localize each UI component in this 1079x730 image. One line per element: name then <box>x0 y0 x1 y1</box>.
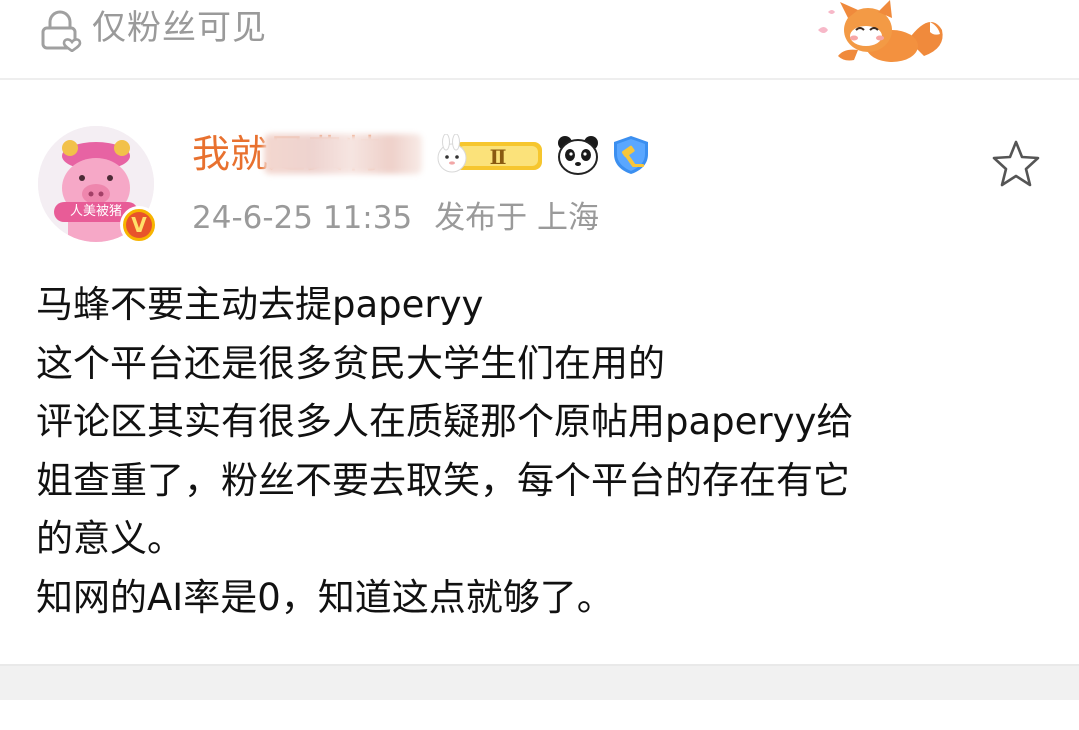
panda-icon[interactable] <box>556 134 600 176</box>
post-separator <box>0 664 1079 700</box>
post-line: 马蜂不要主动去提paperyy <box>36 283 484 326</box>
post-time: 24-6-25 11:35 <box>192 200 413 236</box>
level-badge-icon[interactable]: Ⅱ <box>432 134 544 176</box>
post-line: 这个平台还是很多贫民大学生们在用的 <box>36 341 665 385</box>
post-body: 马蜂不要主动去提paperyy 这个平台还是很多贫民大学生们在用的 评论区其实有… <box>36 276 1056 627</box>
gavel-shield-icon[interactable] <box>610 134 652 176</box>
verified-badge-label: V <box>126 212 152 238</box>
visibility-label: 仅粉丝可见 <box>92 8 267 48</box>
post-location: 发布于 上海 <box>434 200 600 236</box>
post-line: 姐查重了，粉丝不要去取笑，每个平台的存在有它 <box>36 458 850 502</box>
post-line: 的意义。 <box>36 517 184 560</box>
post-line: 评论区其实有很多人在质疑那个原帖用paperyy给 <box>36 400 854 443</box>
post-line: 知网的AI率是0，知道这点就够了。 <box>36 575 614 619</box>
fox-mascot-icon <box>818 0 943 62</box>
post-meta: 24-6-25 11:35 发布于 上海 <box>192 196 599 240</box>
header-divider <box>0 78 1079 80</box>
visibility-header: 仅粉丝可见 <box>0 0 1079 78</box>
lock-heart-icon <box>41 10 82 52</box>
level-badge-label: Ⅱ <box>490 145 507 169</box>
star-icon[interactable] <box>990 138 1042 190</box>
name-blur-mask <box>264 134 422 174</box>
verified-badge-icon: V <box>120 206 158 244</box>
